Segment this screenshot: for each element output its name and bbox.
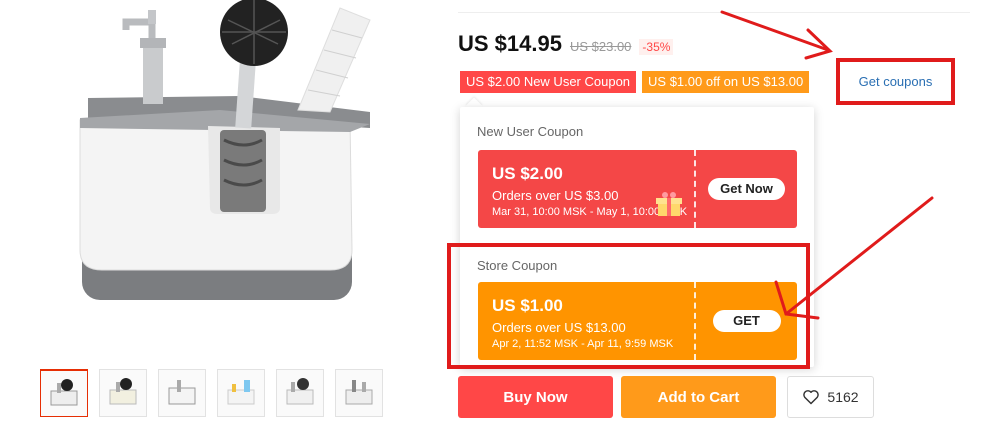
soap-dispenser-caddy-image (79, 0, 371, 300)
wishlist-count: 5162 (827, 389, 859, 405)
thumbnail-image (50, 378, 78, 405)
wishlist-button[interactable]: 5162 (787, 376, 874, 418)
add-to-cart-button[interactable]: Add to Cart (621, 376, 776, 418)
thumbnail-1[interactable] (40, 369, 88, 417)
thumbnail-3[interactable] (158, 369, 206, 417)
new-user-coupon-card: US $2.00 Orders over US $3.00 Mar 31, 10… (478, 150, 797, 228)
original-price: US $23.00 (569, 39, 632, 54)
discount-badge: -35% (639, 39, 674, 55)
new-user-coupon-title: New User Coupon (477, 124, 584, 139)
product-main-image[interactable] (40, 0, 400, 360)
thumbnail-6[interactable] (335, 369, 383, 417)
thumbnail-strip (40, 369, 383, 417)
thumbnail-5[interactable] (276, 369, 324, 417)
purchase-actions: Buy Now Add to Cart 5162 (458, 376, 874, 418)
get-now-button[interactable]: Get Now (708, 178, 785, 200)
arrow-to-get-coupons (720, 10, 830, 52)
coupon-edge (793, 150, 797, 228)
thumbnail-image (286, 378, 314, 405)
coupon-action: Get Now (696, 150, 797, 228)
get-coupons-link[interactable]: Get coupons (859, 74, 933, 89)
coupon-amount: US $2.00 (492, 164, 563, 183)
current-price: US $14.95 (458, 31, 562, 56)
thumbnail-2[interactable] (99, 369, 147, 417)
store-coupon-tag[interactable]: US $1.00 off on US $13.00 (642, 71, 810, 93)
new-user-coupon-tag[interactable]: US $2.00 New User Coupon (460, 71, 637, 93)
thumbnail-image (345, 380, 373, 405)
divider-line (458, 12, 970, 13)
price-row: US $14.95 US $23.00 -35% (458, 31, 674, 57)
coupon-tags: US $2.00 New User Coupon US $1.00 off on… (460, 71, 810, 93)
annotation-box-store-coupon (447, 243, 810, 369)
heart-icon (803, 390, 820, 405)
thumbnail-image (227, 380, 255, 405)
thumbnail-4[interactable] (217, 369, 265, 417)
thumbnail-image (168, 380, 196, 405)
thumbnail-image (109, 378, 137, 405)
arrowhead (804, 28, 833, 60)
annotation-box-get-coupons: Get coupons (836, 58, 955, 105)
gift-icon (656, 192, 682, 216)
buy-now-button[interactable]: Buy Now (458, 376, 613, 418)
